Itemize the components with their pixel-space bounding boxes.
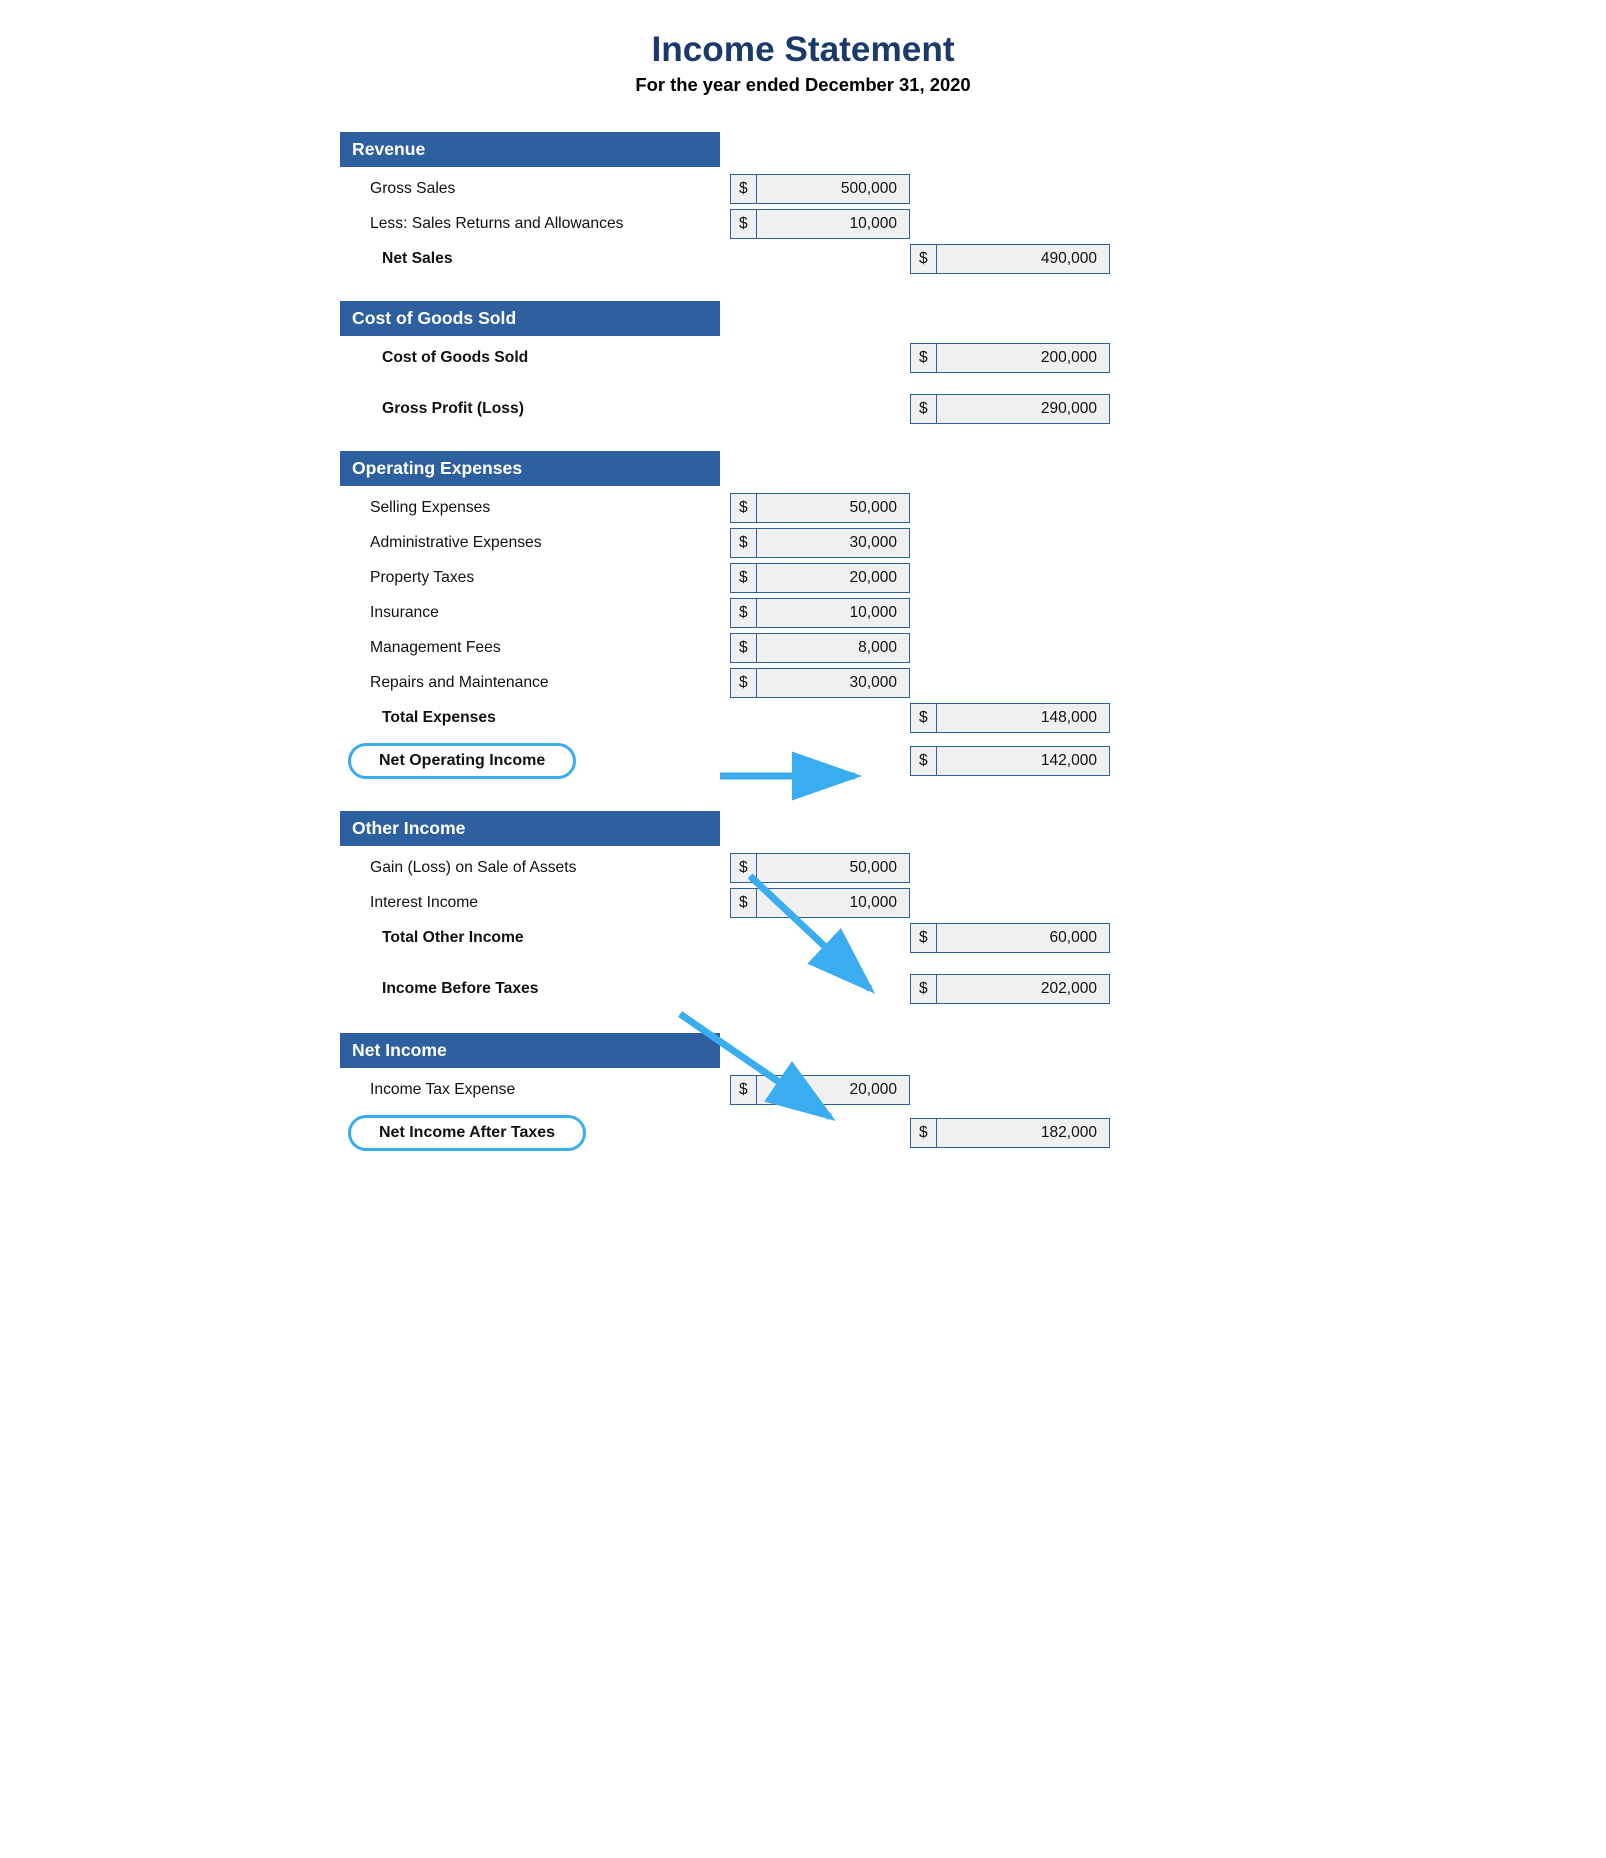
- table-row: Management Fees $ 8,000: [340, 632, 1266, 664]
- arrow-spacer3: [730, 1109, 910, 1157]
- sales-returns-amount: 10,000: [757, 215, 909, 233]
- cogs-header: Cost of Goods Sold: [340, 301, 720, 336]
- total-expenses-amount: 148,000: [937, 709, 1109, 727]
- right-arrow-icon: [710, 746, 870, 806]
- dollar-sign: $: [911, 975, 937, 1003]
- table-row: Administrative Expenses $ 30,000: [340, 527, 1266, 559]
- gross-profit-cell: $ 290,000: [910, 394, 1110, 424]
- page-subtitle: For the year ended December 31, 2020: [340, 74, 1266, 96]
- total-other-income-label: Total Other Income: [340, 929, 730, 947]
- cogs-amount: 200,000: [937, 349, 1109, 367]
- property-taxes-label: Property Taxes: [340, 569, 730, 587]
- cogs-section: Cost of Goods Sold Cost of Goods Sold $ …: [340, 283, 1266, 425]
- insurance-amount: 10,000: [757, 604, 909, 622]
- selling-expenses-cell: $ 50,000: [730, 493, 910, 523]
- diagonal-arrow-icon: [720, 871, 900, 1001]
- net-operating-income-oval: Net Operating Income: [348, 743, 576, 779]
- interest-income-label: Interest Income: [340, 894, 730, 912]
- table-row: Repairs and Maintenance $ 30,000: [340, 667, 1266, 699]
- table-row: Insurance $ 10,000: [340, 597, 1266, 629]
- revenue-header: Revenue: [340, 132, 720, 167]
- table-row: Less: Sales Returns and Allowances $ 10,…: [340, 208, 1266, 240]
- gross-profit-row: Gross Profit (Loss) $ 290,000: [340, 393, 1266, 425]
- gross-profit-label: Gross Profit (Loss): [340, 400, 730, 418]
- cogs-row: Cost of Goods Sold $ 200,000: [340, 342, 1266, 374]
- dollar-sign: $: [731, 529, 757, 557]
- dollar-sign: $: [911, 704, 937, 732]
- gross-sales-amount: 500,000: [757, 180, 909, 198]
- table-row: Selling Expenses $ 50,000: [340, 492, 1266, 524]
- management-fees-amount: 8,000: [757, 639, 909, 657]
- total-other-income-amount: 60,000: [937, 929, 1109, 947]
- sales-returns-cell: $ 10,000: [730, 209, 910, 239]
- page-title: Income Statement: [340, 30, 1266, 70]
- property-taxes-cell: $ 20,000: [730, 563, 910, 593]
- dollar-sign: $: [911, 1119, 937, 1147]
- dollar-sign: $: [911, 747, 937, 775]
- property-taxes-amount: 20,000: [757, 569, 909, 587]
- selling-expenses-amount: 50,000: [757, 499, 909, 517]
- operating-expenses-header: Operating Expenses: [340, 451, 720, 486]
- admin-expenses-label: Administrative Expenses: [340, 534, 730, 552]
- repairs-amount: 30,000: [757, 674, 909, 692]
- dollar-sign: $: [731, 210, 757, 238]
- admin-expenses-amount: 30,000: [757, 534, 909, 552]
- repairs-label: Repairs and Maintenance: [340, 674, 730, 692]
- other-income-header: Other Income: [340, 811, 720, 846]
- net-income-after-taxes-amount: 182,000: [937, 1124, 1109, 1142]
- income-before-taxes-amount: 202,000: [937, 980, 1109, 998]
- dollar-sign: $: [911, 344, 937, 372]
- operating-expenses-section: Operating Expenses Selling Expenses $ 50…: [340, 433, 1266, 785]
- net-sales-amount: 490,000: [937, 250, 1109, 268]
- net-income-after-taxes-cell: $ 182,000: [910, 1118, 1110, 1148]
- total-expenses-cell: $ 148,000: [910, 703, 1110, 733]
- table-row: Property Taxes $ 20,000: [340, 562, 1266, 594]
- repairs-cell: $ 30,000: [730, 668, 910, 698]
- insurance-label: Insurance: [340, 604, 730, 622]
- gross-profit-amount: 290,000: [937, 400, 1109, 418]
- gross-sales-label: Gross Sales: [340, 180, 730, 198]
- dollar-sign: $: [911, 395, 937, 423]
- admin-expenses-cell: $ 30,000: [730, 528, 910, 558]
- income-before-taxes-cell: $ 202,000: [910, 974, 1110, 1004]
- dollar-sign: $: [731, 599, 757, 627]
- management-fees-cell: $ 8,000: [730, 633, 910, 663]
- total-other-income-cell: $ 60,000: [910, 923, 1110, 953]
- dollar-sign: $: [731, 564, 757, 592]
- table-row: Gross Sales $ 500,000: [340, 173, 1266, 205]
- net-income-after-taxes-row: Net Income After Taxes $ 182,000: [340, 1109, 1266, 1157]
- other-income-section: Other Income Gain (Loss) on Sale of Asse…: [340, 793, 1266, 1007]
- gross-sales-cell: $ 500,000: [730, 174, 910, 204]
- revenue-section: Revenue Gross Sales $ 500,000 Less: Sale…: [340, 114, 1266, 275]
- gain-loss-label: Gain (Loss) on Sale of Assets: [340, 859, 730, 877]
- cogs-cell: $ 200,000: [910, 343, 1110, 373]
- net-operating-income-amount: 142,000: [937, 752, 1109, 770]
- net-sales-row: Net Sales $ 490,000: [340, 243, 1266, 275]
- sales-returns-label: Less: Sales Returns and Allowances: [340, 215, 730, 233]
- total-expenses-row: Total Expenses $ 148,000: [340, 702, 1266, 734]
- dollar-sign: $: [911, 924, 937, 952]
- cogs-label: Cost of Goods Sold: [340, 349, 730, 367]
- net-operating-income-cell: $ 142,000: [910, 746, 1110, 776]
- income-statement: Income Statement For the year ended Dece…: [340, 30, 1266, 1157]
- insurance-cell: $ 10,000: [730, 598, 910, 628]
- dollar-sign: $: [911, 245, 937, 273]
- net-income-section: Net Income Income Tax Expense $ 20,000 N…: [340, 1015, 1266, 1157]
- dollar-sign: $: [731, 634, 757, 662]
- income-before-taxes-label: Income Before Taxes: [340, 980, 730, 998]
- net-operating-income-row: Net Operating Income $ 142,000: [340, 737, 1266, 785]
- diagonal-arrow2-icon: [650, 1009, 850, 1129]
- selling-expenses-label: Selling Expenses: [340, 499, 730, 517]
- net-operating-income-label-wrapper: Net Operating Income: [340, 743, 730, 779]
- arrow-spacer2: [730, 971, 910, 1007]
- net-sales-label: Net Sales: [340, 250, 730, 268]
- dollar-sign: $: [731, 175, 757, 203]
- income-before-taxes-row: Income Before Taxes $ 202,000: [340, 971, 1266, 1007]
- total-expenses-label: Total Expenses: [340, 709, 730, 727]
- net-sales-cell: $ 490,000: [910, 244, 1110, 274]
- net-income-after-taxes-oval: Net Income After Taxes: [348, 1115, 586, 1151]
- dollar-sign: $: [731, 669, 757, 697]
- management-fees-label: Management Fees: [340, 639, 730, 657]
- dollar-sign: $: [731, 494, 757, 522]
